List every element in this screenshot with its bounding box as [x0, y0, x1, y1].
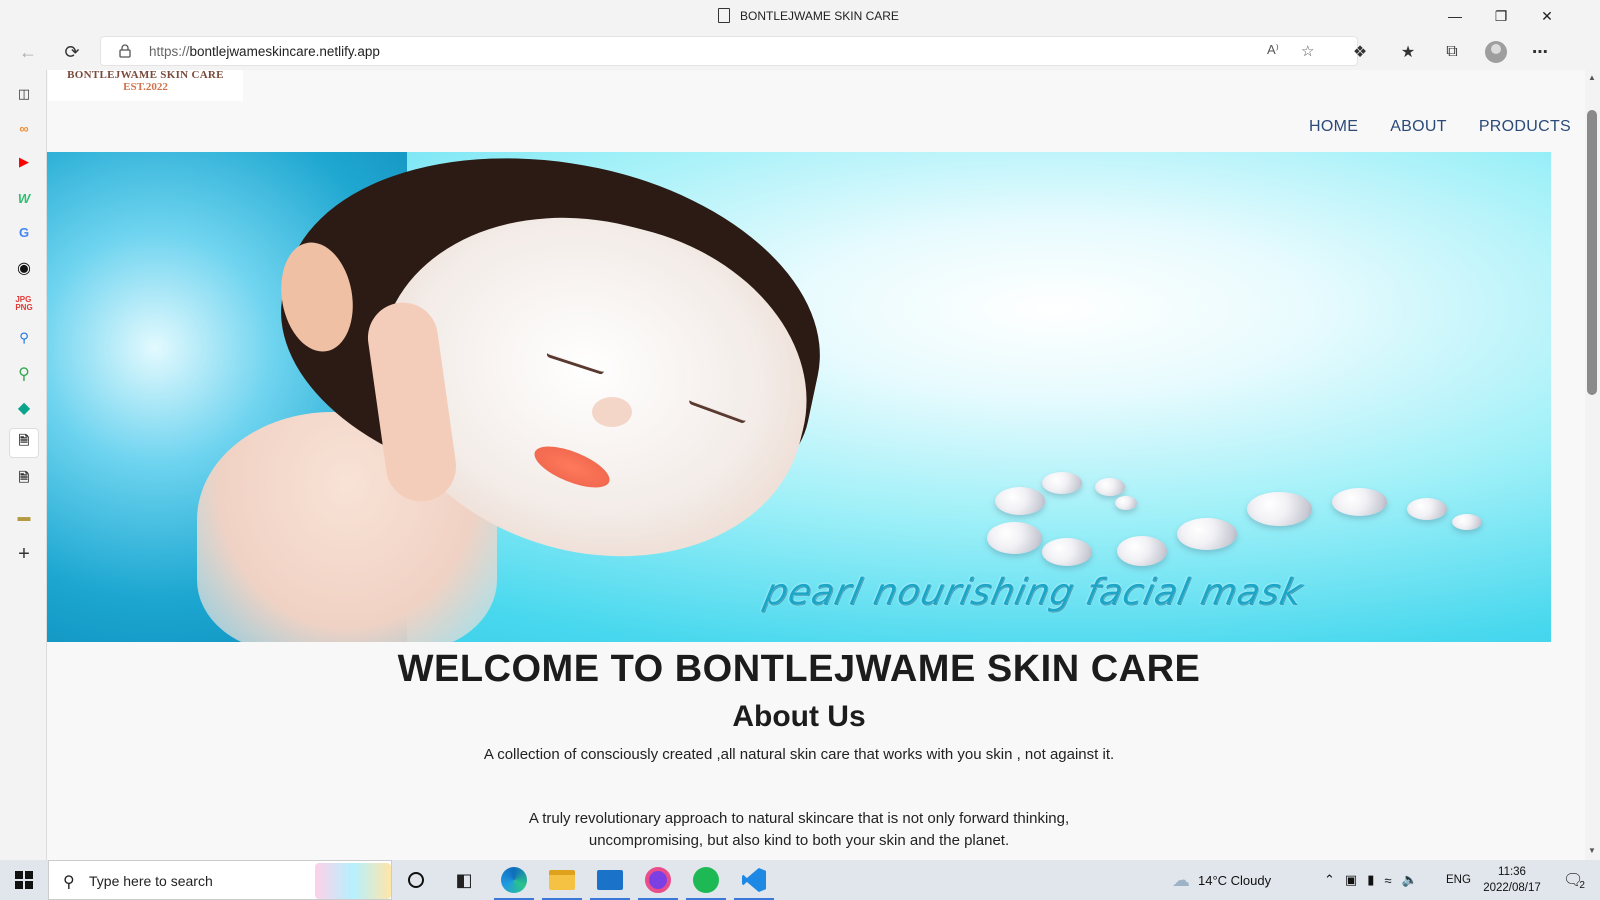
extensions-icon[interactable]: ❖	[1346, 38, 1374, 66]
task-view-icon[interactable]: ◧	[440, 860, 488, 900]
weather-widget[interactable]: ☁ 14°C Cloudy	[1172, 860, 1271, 900]
document-icon	[718, 8, 730, 23]
language-indicator[interactable]: ENG	[1446, 860, 1471, 900]
notification-button[interactable]: 🗨 2	[1554, 860, 1594, 900]
taskbar: ⚲ Type here to search ◧ ☁ 14°C Cloudy ⌃ …	[0, 860, 1600, 900]
avatar[interactable]	[1485, 41, 1507, 63]
lock-icon[interactable]	[119, 44, 131, 58]
window-title: BONTLEJWAME SKIN CARE	[740, 9, 899, 23]
google-icon[interactable]: G	[12, 220, 36, 244]
wifi-icon[interactable]: ≈	[1384, 873, 1391, 888]
windows-icon	[15, 871, 33, 889]
url-text[interactable]: https://bontlejwameskincare.netlify.app	[149, 44, 380, 59]
chrome-app-icon[interactable]	[634, 860, 682, 900]
maps-icon[interactable]: ⚲	[12, 362, 36, 386]
pearl	[987, 522, 1042, 554]
jpg-png-icon[interactable]: JPG PNG	[12, 292, 36, 316]
close-button[interactable]: ✕	[1524, 0, 1570, 32]
search-placeholder: Type here to search	[89, 873, 213, 889]
restore-button[interactable]: ❐	[1478, 0, 1524, 32]
back-icon[interactable]: ←	[12, 36, 44, 68]
title-bar: BONTLEJWAME SKIN CARE — ❐ ✕	[0, 0, 1600, 32]
pearl	[1117, 536, 1167, 566]
pearl	[1407, 498, 1447, 520]
pearl	[1095, 478, 1125, 496]
cortana-icon[interactable]	[392, 860, 440, 900]
site-logo[interactable]: BONTLEJWAME SKIN CARE EST.2022	[48, 70, 243, 101]
about-paragraph-1: A collection of consciously created ,all…	[483, 746, 1115, 763]
file-explorer-icon[interactable]	[538, 860, 586, 900]
mail-icon[interactable]	[586, 860, 634, 900]
browser-sidebar: ◫ ∞ ▶ W G ◉ JPG PNG ⚲ ⚲ ◆ 🗎 🗎 ▬ +	[0, 70, 47, 860]
welcome-heading: WELCOME TO BONTLEJWAME SKIN CARE	[397, 648, 1201, 690]
clock-date: 2022/08/17	[1483, 882, 1541, 894]
meet-now-icon[interactable]: ▣	[1345, 872, 1357, 888]
hero-caption: pearl nourishing facial mask	[760, 572, 1307, 613]
scroll-down-icon[interactable]: ▼	[1588, 846, 1596, 855]
address-bar[interactable]: https://bontlejwameskincare.netlify.app …	[100, 36, 1358, 66]
chevron-up-icon[interactable]: ⌃	[1324, 872, 1335, 888]
diamond-app-icon[interactable]: ◆	[12, 396, 36, 420]
search-highlight-art	[315, 863, 391, 899]
card-icon[interactable]: ▬	[12, 504, 36, 528]
pearl	[1247, 492, 1312, 526]
document-icon[interactable]: 🗎	[9, 428, 39, 458]
scroll-up-icon[interactable]: ▲	[1588, 73, 1596, 82]
pearl	[1042, 538, 1092, 566]
battery-icon[interactable]: ▮	[1367, 872, 1374, 888]
edge-icon[interactable]	[490, 860, 538, 900]
cloud-icon: ☁	[1172, 869, 1190, 890]
collections-icon[interactable]: ⧉	[1438, 38, 1466, 66]
nose-shape	[592, 397, 632, 427]
volume-icon[interactable]: 🔈	[1402, 872, 1418, 888]
notification-count: 2	[1579, 879, 1585, 891]
nav-products-link[interactable]: PRODUCTS	[1479, 118, 1571, 136]
profile-icon[interactable]	[1482, 38, 1510, 66]
pearl	[1452, 514, 1482, 530]
vscode-icon[interactable]	[730, 860, 778, 900]
weather-text: 14°C Cloudy	[1198, 872, 1272, 888]
start-button[interactable]	[0, 860, 48, 900]
browser-toolbar: ← ⟳ https://bontlejwameskincare.netlify.…	[0, 32, 1600, 70]
pearl	[1115, 496, 1137, 510]
taskbar-search[interactable]: ⚲ Type here to search	[48, 860, 392, 900]
read-aloud-icon[interactable]: A⁾	[1267, 42, 1279, 58]
pearl	[1177, 518, 1237, 550]
pearl	[995, 487, 1045, 515]
logo-name: BONTLEJWAME SKIN CARE	[67, 70, 224, 81]
system-tray: ⌃ ▣ ▮ ≈ 🔈	[1324, 860, 1418, 900]
add-favorite-icon[interactable]: ☆	[1301, 42, 1314, 60]
clock-time: 11:36	[1498, 866, 1526, 878]
youtube-icon[interactable]: ▶	[12, 150, 36, 174]
pearl	[1042, 472, 1082, 494]
more-icon[interactable]: ⋯	[1526, 38, 1554, 66]
pearl	[1332, 488, 1387, 516]
favorites-icon[interactable]: ★	[1394, 38, 1422, 66]
document-icon[interactable]: 🗎	[12, 468, 36, 492]
site-nav: HOME ABOUT PRODUCTS	[1309, 118, 1571, 136]
about-paragraph-2: A truly revolutionary approach to natura…	[528, 810, 1070, 849]
add-icon[interactable]: +	[12, 542, 36, 566]
hero-image: pearl nourishing facial mask	[47, 152, 1551, 642]
scrollbar-thumb[interactable]	[1587, 110, 1597, 395]
clock[interactable]: 11:36 2022/08/17	[1482, 860, 1542, 900]
pinned-app-icon[interactable]: ∞	[12, 116, 36, 140]
search-icon[interactable]: ⚲	[12, 326, 36, 350]
refresh-icon[interactable]: ⟳	[56, 36, 88, 68]
nav-about-link[interactable]: ABOUT	[1390, 118, 1447, 136]
about-heading: About Us	[732, 700, 866, 733]
search-icon: ⚲	[63, 874, 75, 891]
nav-home-link[interactable]: HOME	[1309, 118, 1358, 136]
spotify-icon[interactable]	[682, 860, 730, 900]
app-w-icon[interactable]: W	[12, 186, 36, 210]
tab-actions-icon[interactable]: ◫	[12, 82, 36, 106]
github-icon[interactable]: ◉	[12, 256, 36, 280]
logo-established: EST.2022	[123, 81, 168, 93]
minimize-button[interactable]: —	[1432, 0, 1478, 32]
page-scrollbar[interactable]: ▲ ▼	[1585, 70, 1600, 860]
web-page: BONTLEJWAME SKIN CARE EST.2022 HOME ABOU…	[47, 70, 1585, 860]
